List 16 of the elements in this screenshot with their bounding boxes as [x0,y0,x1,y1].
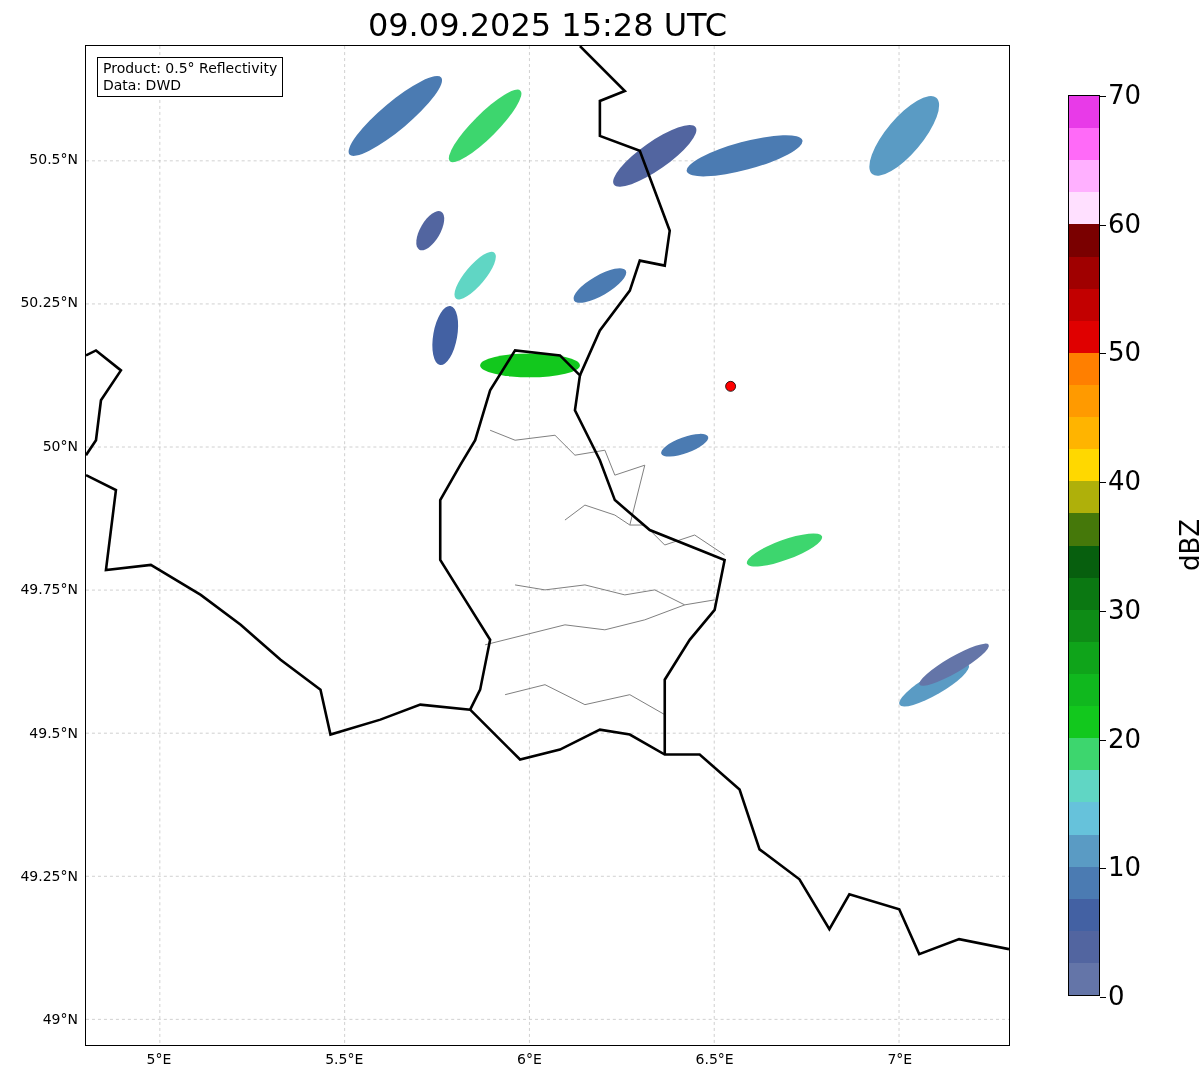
latitude-label: 49.5°N [29,724,78,741]
chart-title: 09.09.2025 15:28 UTC [366,5,729,45]
latitude-label: 50.25°N [20,294,78,311]
longitude-label: 6.5°E [694,1051,735,1067]
longitude-label: 5.5°E [324,1051,365,1067]
scale-title: dBZ [1175,518,1202,572]
latitude-label: 49.75°N [20,581,78,598]
longitude-label: 5°E [145,1051,173,1067]
latitude-label: 50.5°N [29,151,78,167]
info-text: Data: DWD [103,77,182,94]
latitude-label: 49.25°N [20,868,78,884]
info-text: Product: 0.5° Reflectivity [103,60,278,77]
latitude-label: 49°N [42,1011,78,1028]
latitude-label: 50°N [42,437,78,454]
longitude-label: 7°E [886,1051,914,1067]
longitude-label: 6°E [516,1051,543,1067]
